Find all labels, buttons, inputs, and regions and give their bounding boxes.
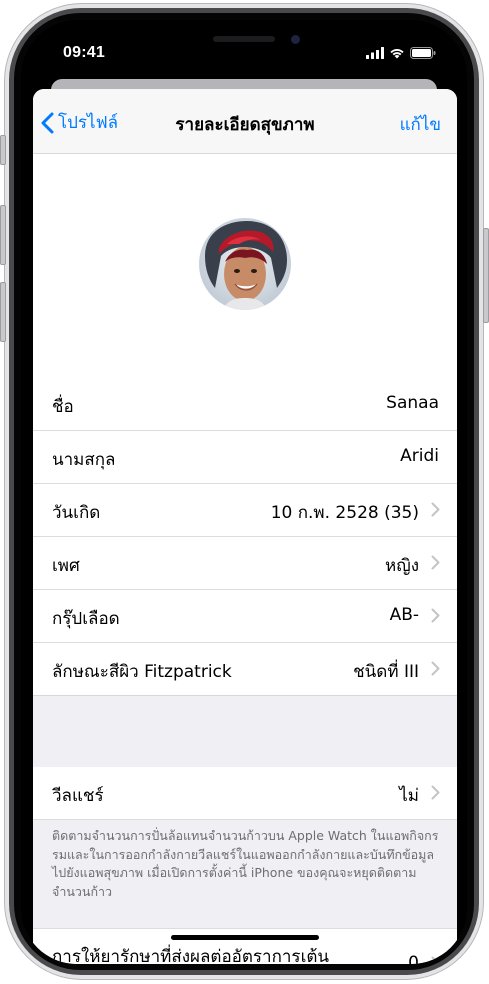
home-indicator[interactable] — [171, 935, 319, 940]
row-label: วีลแชร์ — [52, 786, 104, 806]
row-label: วันเกิด — [52, 503, 101, 523]
row-value: หญิง — [385, 556, 419, 576]
page-title: รายละเอียดสุขภาพ — [175, 115, 315, 135]
health-details-sheet: โปรไฟล์ รายละเอียดสุขภาพ แก้ไข ชื่อ Sana… — [33, 89, 457, 964]
row-first-name[interactable]: ชื่อ Sanaa — [33, 378, 457, 431]
row-value: Sanaa — [386, 393, 439, 413]
side-button — [483, 228, 489, 323]
row-label: เพศ — [52, 556, 80, 576]
status-time: 09:41 — [63, 44, 105, 61]
row-value: 10 ก.พ. 2528 (35) — [270, 503, 419, 523]
row-value: Aridi — [400, 446, 439, 466]
wifi-icon — [390, 49, 404, 59]
chevron-right-icon — [431, 661, 440, 676]
row-skin-type[interactable]: ลักษณะสีผิว Fitzpatrick ชนิดที่ III — [33, 643, 457, 696]
phone-screen: 09:41 โปรไฟล์ รายละเอียดสุขภาพ แก้ไข ชื่… — [21, 20, 467, 964]
health-details-list: ชื่อ Sanaa นามสกุล Aridi วันเกิด 10 ก.พ.… — [33, 378, 457, 696]
row-birth-date[interactable]: วันเกิด 10 ก.พ. 2528 (35) — [33, 484, 457, 537]
cellular-signal-icon — [366, 47, 384, 59]
row-label: ชื่อ — [52, 397, 74, 417]
avatar[interactable] — [199, 218, 291, 310]
row-wheelchair[interactable]: วีลแชร์ ไม่ — [33, 767, 457, 820]
navigation-bar: โปรไฟล์ รายละเอียดสุขภาพ แก้ไข — [33, 89, 457, 154]
chevron-right-icon — [431, 555, 440, 570]
row-heart-rate-medication[interactable]: การให้ยารักษาที่ส่งผลต่ออัตราการเต้น 0 — [33, 928, 457, 964]
row-label: ลักษณะสีผิว Fitzpatrick — [52, 662, 232, 682]
row-last-name[interactable]: นามสกุล Aridi — [33, 431, 457, 484]
row-label: นามสกุล — [52, 450, 116, 470]
earpiece-speaker — [213, 36, 275, 42]
status-icons — [366, 46, 436, 60]
row-blood-type[interactable]: กรุ๊ปเลือด AB- — [33, 590, 457, 643]
row-value: ไม่ — [399, 786, 419, 806]
row-value: AB- — [389, 605, 419, 625]
volume-down-button — [0, 282, 6, 342]
volume-up-button — [0, 205, 6, 265]
chevron-right-icon — [431, 502, 440, 517]
chevron-right-icon — [431, 608, 440, 623]
mute-switch — [0, 135, 6, 165]
chevron-right-icon — [431, 785, 440, 800]
profile-header — [33, 154, 457, 379]
row-value: 0 — [408, 953, 419, 964]
battery-icon — [410, 47, 436, 59]
section-gap — [33, 722, 457, 768]
edit-button[interactable]: แก้ไข — [400, 111, 441, 138]
row-value: ชนิดที่ III — [353, 662, 419, 682]
chevron-right-icon — [431, 956, 440, 964]
front-camera — [291, 35, 300, 44]
row-label: การให้ยารักษาที่ส่งผลต่ออัตราการเต้น — [52, 947, 330, 964]
profile-photo — [199, 218, 291, 310]
wheelchair-footer-note: ติดตามจำนวนการปั่นล้อแทนจำนวนก้าวบน Appl… — [52, 828, 439, 899]
row-sex[interactable]: เพศ หญิง — [33, 537, 457, 590]
row-label: กรุ๊ปเลือด — [52, 609, 120, 629]
